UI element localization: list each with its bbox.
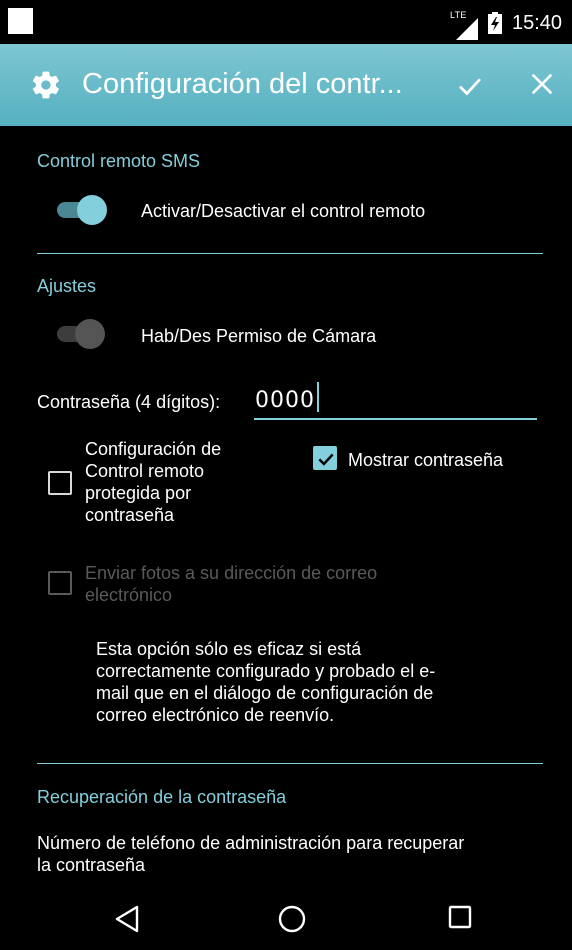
- info-line: Esta opción sólo es eficaz si está: [96, 639, 362, 659]
- label-line: electrónico: [85, 585, 173, 605]
- section-divider: [37, 763, 543, 764]
- text-cursor: [317, 382, 319, 412]
- recovery-line: la contraseña: [37, 855, 146, 875]
- email-info-text: Esta opción sólo es eficaz si está corre…: [96, 638, 516, 726]
- label-line: protegida por: [85, 483, 192, 503]
- status-bar: LTE 15:40: [0, 0, 572, 44]
- close-button[interactable]: [528, 70, 556, 98]
- checkmark-icon: [318, 453, 334, 466]
- remote-control-label[interactable]: Activar/Desactivar el control remoto: [141, 201, 425, 222]
- send-photos-checkbox: [48, 571, 72, 595]
- section-header-recovery: Recuperación de la contraseña: [37, 787, 287, 807]
- navigation-bar: [0, 881, 572, 950]
- info-line: correctamente configurado y probado el e…: [96, 661, 436, 681]
- signal-icon: [456, 18, 478, 40]
- page-title: Configuración del contr...: [82, 68, 403, 100]
- remote-control-switch[interactable]: [57, 195, 109, 225]
- label-line: contraseña: [85, 505, 175, 525]
- app-bar: Configuración del contr...: [0, 44, 572, 126]
- show-password-label[interactable]: Mostrar contraseña: [348, 449, 503, 471]
- send-photos-label: Enviar fotos a su dirección de correo el…: [85, 562, 505, 606]
- password-protected-label[interactable]: Configuración de Control remoto protegid…: [85, 438, 285, 526]
- section-divider: [37, 253, 543, 254]
- label-line: Control remoto: [85, 461, 205, 481]
- password-value: 0000: [255, 388, 315, 413]
- notification-icon: [8, 8, 33, 34]
- switch-thumb: [77, 195, 107, 225]
- camera-permission-switch[interactable]: [57, 319, 109, 349]
- settings-list[interactable]: Control remoto SMS Activar/Desactivar el…: [0, 126, 572, 881]
- label-line: Configuración de: [85, 439, 222, 459]
- section-header-sms: Control remoto SMS: [37, 151, 201, 171]
- back-triangle-icon[interactable]: [114, 905, 140, 933]
- label-line: Enviar fotos a su dirección de correo: [85, 563, 378, 583]
- password-protected-checkbox[interactable]: [48, 471, 72, 495]
- switch-thumb: [75, 319, 105, 349]
- clock: 15:40: [512, 12, 563, 34]
- home-circle-icon[interactable]: [277, 905, 307, 935]
- recents-square-icon[interactable]: [448, 905, 472, 931]
- gear-icon: [32, 71, 59, 99]
- camera-permission-label[interactable]: Hab/Des Permiso de Cámara: [141, 326, 376, 347]
- recovery-phone-preference[interactable]: Número de teléfono de administración par…: [37, 832, 547, 876]
- section-header-settings: Ajustes: [37, 276, 97, 296]
- confirm-button[interactable]: [455, 71, 485, 101]
- password-label: Contraseña (4 dígitos):: [37, 392, 221, 412]
- info-line: correo electrónico de reenvío.: [96, 705, 335, 725]
- info-line: mail que en el diálogo de configuración …: [96, 683, 434, 703]
- recovery-line: Número de teléfono de administración par…: [37, 833, 465, 853]
- show-password-checkbox[interactable]: [313, 446, 337, 470]
- battery-charging-icon: [488, 12, 502, 34]
